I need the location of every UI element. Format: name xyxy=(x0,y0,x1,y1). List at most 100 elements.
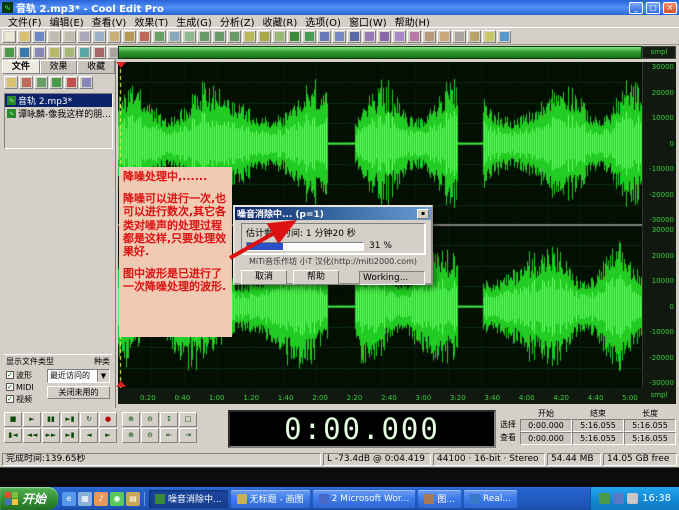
rewind-button[interactable]: ◄◄ xyxy=(23,428,41,443)
pause-button[interactable]: ▮▮ xyxy=(42,412,60,427)
taskbar-button[interactable]: 无标题 - 画图 xyxy=(231,490,310,508)
noise-reduction-button[interactable] xyxy=(287,30,301,43)
info-button[interactable] xyxy=(77,46,91,59)
go-to-start-button[interactable]: ▮◄ xyxy=(4,428,22,443)
delete-selection-button[interactable] xyxy=(137,30,151,43)
play-to-end-button[interactable]: ►▮ xyxy=(61,412,79,427)
file-list-item[interactable]: ∿ 音轨 2.mp3* xyxy=(5,94,112,107)
show-desktop-icon[interactable]: ▦ xyxy=(78,492,92,506)
cd-player-button[interactable] xyxy=(482,30,496,43)
range-end-value[interactable]: 5:16.055 xyxy=(572,432,624,445)
record-button[interactable]: ● xyxy=(99,412,117,427)
range-start-value[interactable]: 0:00.000 xyxy=(520,432,572,445)
zoom-to-selection-button[interactable]: □ xyxy=(179,412,197,427)
mix-paste-button[interactable] xyxy=(122,30,136,43)
chevron-down-icon[interactable]: ▼ xyxy=(97,370,109,382)
normalize-button[interactable] xyxy=(257,30,271,43)
menu-item[interactable]: 选项(O) xyxy=(301,14,345,29)
cue-list-button[interactable] xyxy=(47,46,61,59)
menu-item[interactable]: 查看(V) xyxy=(88,14,131,29)
dialog-title-bar[interactable]: 噪音消除中... (p=1) ▪ xyxy=(235,207,431,220)
filetype-checkbox[interactable]: 波形 xyxy=(6,369,44,381)
play-loop-button[interactable]: ↻ xyxy=(80,412,98,427)
file-list-item[interactable]: ∿ 谭咏麟-像我这样的朋... xyxy=(5,107,112,120)
range-length-value[interactable]: 5:16.055 xyxy=(624,419,676,432)
menu-item[interactable]: 收藏(R) xyxy=(258,14,301,29)
help-button[interactable]: 帮助 xyxy=(293,270,339,285)
stop-button[interactable]: ■ xyxy=(4,412,22,427)
amplitude-ruler[interactable]: 3000020000100000-10000-20000-30000 30000… xyxy=(642,62,676,388)
paste-button[interactable] xyxy=(107,30,121,43)
waveform-view-button[interactable] xyxy=(2,46,16,59)
spectral-view-button[interactable] xyxy=(17,46,31,59)
pitch-bender-button[interactable] xyxy=(437,30,451,43)
ie-quicklaunch-icon[interactable]: e xyxy=(62,492,76,506)
volume-tray-icon[interactable] xyxy=(613,493,624,504)
messenger-icon[interactable]: ◉ xyxy=(110,492,124,506)
minimize-button[interactable]: _ xyxy=(629,2,643,14)
multitrack-view-button[interactable] xyxy=(32,46,46,59)
antivirus-tray-icon[interactable] xyxy=(599,493,610,504)
taskbar-button[interactable]: Real... xyxy=(464,490,517,508)
filetype-checkbox[interactable]: 视频 xyxy=(6,393,44,405)
time-stretch-button[interactable] xyxy=(422,30,436,43)
clock[interactable]: 16:38 xyxy=(642,493,671,504)
organizer-play-button[interactable] xyxy=(49,76,63,89)
menu-item[interactable]: 编辑(E) xyxy=(46,14,88,29)
play-button[interactable]: ► xyxy=(23,412,41,427)
quick-filter-button[interactable] xyxy=(332,30,346,43)
amplify-button[interactable] xyxy=(242,30,256,43)
frequency-analysis-button[interactable] xyxy=(92,46,106,59)
undo-button[interactable] xyxy=(47,30,61,43)
taskbar-button[interactable]: 2 Microsoft Wor... xyxy=(313,490,416,508)
organizer-insert-button[interactable] xyxy=(34,76,48,89)
trim-button[interactable] xyxy=(152,30,166,43)
timeline-ruler[interactable]: 0:200:401:001:201:402:002:202:403:003:20… xyxy=(118,388,642,404)
menu-item[interactable]: 效果(T) xyxy=(130,14,172,29)
organizer-tab[interactable]: 收藏 xyxy=(77,60,115,74)
convert-sample-type-button[interactable] xyxy=(452,30,466,43)
filetype-checkbox[interactable]: MIDI xyxy=(6,381,44,393)
reverb-button[interactable] xyxy=(362,30,376,43)
fft-filter-button[interactable] xyxy=(317,30,331,43)
zoom-out-vertical-button[interactable]: ⊖ xyxy=(141,428,159,443)
folder-quicklaunch-icon[interactable]: ▤ xyxy=(126,492,140,506)
next-cue-button[interactable]: ► xyxy=(99,428,117,443)
organizer-properties-button[interactable] xyxy=(79,76,93,89)
organizer-close-button[interactable] xyxy=(19,76,33,89)
media-player-icon[interactable]: ♪ xyxy=(94,492,108,506)
zoom-right-edge-button[interactable]: ⇥ xyxy=(179,428,197,443)
dialog-close-button[interactable]: ▪ xyxy=(417,209,429,219)
zoom-out-horizontal-button[interactable]: ⊖ xyxy=(141,412,159,427)
cancel-button[interactable]: 取消 xyxy=(241,270,287,285)
select-all-button[interactable] xyxy=(167,30,181,43)
open-file-button[interactable] xyxy=(17,30,31,43)
network-tray-icon[interactable] xyxy=(627,493,638,504)
range-start-value[interactable]: 0:00.000 xyxy=(520,419,572,432)
organizer-stop-button[interactable] xyxy=(64,76,78,89)
zoom-in-horizontal-button[interactable]: ⊕ xyxy=(122,412,140,427)
taskbar-button[interactable]: 噪音消除中... xyxy=(149,490,228,508)
maximize-button[interactable]: □ xyxy=(646,2,660,14)
graphic-eq-button[interactable] xyxy=(347,30,361,43)
zoom-out-button[interactable] xyxy=(212,30,226,43)
go-to-end-button[interactable]: ►▮ xyxy=(61,428,79,443)
new-file-button[interactable] xyxy=(2,30,16,43)
time-display[interactable]: 0:00.000 xyxy=(228,410,496,448)
zoom-in-button[interactable] xyxy=(197,30,211,43)
zoom-left-edge-button[interactable]: ⇤ xyxy=(160,428,178,443)
taskbar-button[interactable]: 图... xyxy=(418,490,461,508)
selection-start-marker[interactable] xyxy=(116,62,126,68)
menu-item[interactable]: 窗口(W) xyxy=(345,14,391,29)
redo-button[interactable] xyxy=(62,30,76,43)
horizontal-overview-bar[interactable] xyxy=(118,46,642,59)
organizer-tab[interactable]: 文件 xyxy=(2,60,40,74)
batch-process-button[interactable] xyxy=(467,30,481,43)
fast-forward-button[interactable]: ►► xyxy=(42,428,60,443)
selection-start-marker-bottom[interactable] xyxy=(116,381,126,387)
organizer-tab[interactable]: 效果 xyxy=(40,60,78,74)
close-button[interactable]: × xyxy=(663,2,677,14)
close-unused-button[interactable]: 关闭未用的 xyxy=(47,386,110,399)
previous-cue-button[interactable]: ◄ xyxy=(80,428,98,443)
level-meter[interactable] xyxy=(0,467,679,487)
